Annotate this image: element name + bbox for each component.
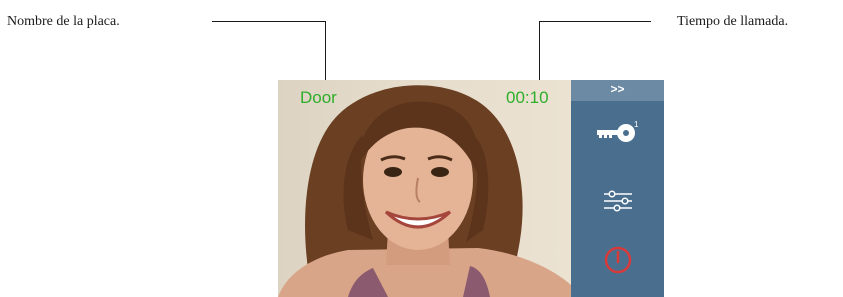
call-timer-label: 00:10 xyxy=(506,88,549,107)
key-icon: 1 xyxy=(596,120,639,142)
expand-button[interactable]: >> xyxy=(571,80,664,101)
call-time-leader-vertical xyxy=(539,21,540,84)
camera-video-feed: Door 00:10 xyxy=(278,80,571,297)
visitor-image xyxy=(278,85,571,297)
control-sidebar: >> 1 xyxy=(571,80,664,297)
monitor-screen: Door 00:10 >> 1 xyxy=(278,80,664,297)
door-name-callout: Nombre de la placa. xyxy=(7,14,120,29)
call-time-callout: Tiempo de llamada. xyxy=(677,14,789,29)
door-name-leader-horizontal xyxy=(212,21,326,22)
end-call-button[interactable] xyxy=(571,240,664,280)
power-icon xyxy=(604,246,631,274)
settings-sliders-icon xyxy=(603,190,632,212)
unlock-door-button[interactable]: 1 xyxy=(571,113,664,153)
door-name-leader-vertical xyxy=(325,21,326,84)
settings-button[interactable] xyxy=(571,183,664,219)
call-time-leader-horizontal xyxy=(539,21,651,22)
key-badge: 1 xyxy=(634,120,639,129)
door-name-label: Door xyxy=(300,88,337,107)
